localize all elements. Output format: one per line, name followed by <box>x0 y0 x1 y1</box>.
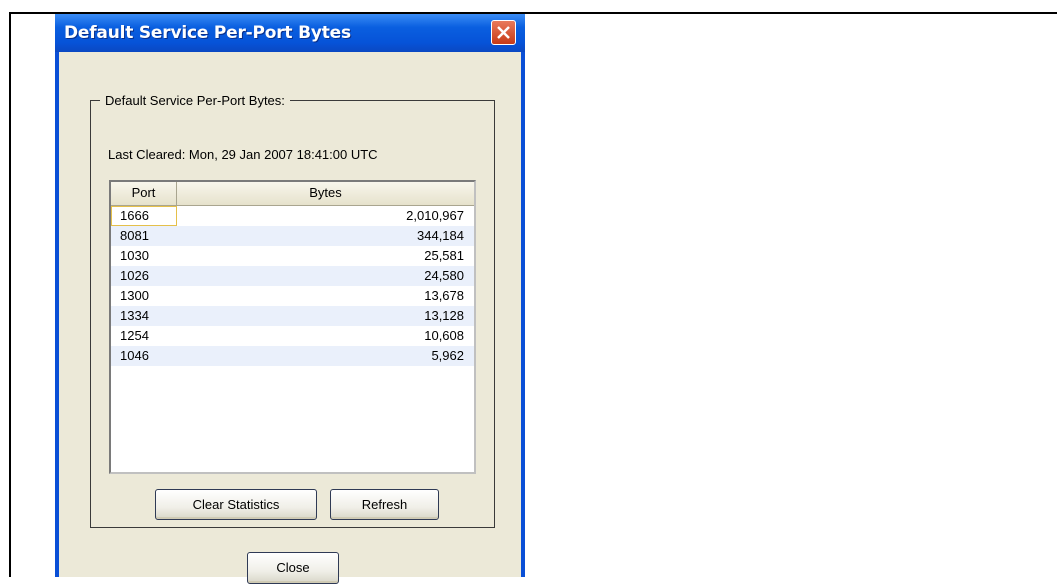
table-row[interactable]: 1030 25,581 <box>111 246 474 266</box>
stats-group: Default Service Per-Port Bytes: Last Cle… <box>90 93 495 528</box>
port-cell[interactable]: 1026 <box>111 266 177 286</box>
column-header-bytes[interactable]: Bytes <box>177 182 474 206</box>
table-row[interactable]: 1046 5,962 <box>111 346 474 366</box>
bytes-cell[interactable]: 10,608 <box>177 326 474 346</box>
group-legend: Default Service Per-Port Bytes: <box>100 93 290 108</box>
bytes-cell[interactable]: 24,580 <box>177 266 474 286</box>
title-close-button[interactable] <box>491 20 516 45</box>
table-row[interactable]: 1026 24,580 <box>111 266 474 286</box>
close-icon <box>497 26 510 39</box>
figure-frame-left <box>9 12 11 577</box>
port-cell[interactable]: 1666 <box>111 206 177 226</box>
port-cell[interactable]: 1046 <box>111 346 177 366</box>
port-cell[interactable]: 1254 <box>111 326 177 346</box>
port-cell[interactable]: 1300 <box>111 286 177 306</box>
port-cell[interactable]: 1334 <box>111 306 177 326</box>
port-cell[interactable]: 1030 <box>111 246 177 266</box>
bytes-cell[interactable]: 25,581 <box>177 246 474 266</box>
table-body: 1666 2,010,967 8081 344,184 1030 25,581 1026 24… <box>111 206 474 366</box>
refresh-button[interactable]: Refresh <box>330 489 439 520</box>
port-cell[interactable]: 8081 <box>111 226 177 246</box>
close-button[interactable]: Close <box>247 552 339 584</box>
table-header: Port Bytes <box>111 182 474 206</box>
title-bar[interactable]: Default Service Per-Port Bytes <box>55 14 525 52</box>
table-row[interactable]: 1300 13,678 <box>111 286 474 306</box>
clear-statistics-button[interactable]: Clear Statistics <box>155 489 317 520</box>
bytes-cell[interactable]: 5,962 <box>177 346 474 366</box>
bytes-cell[interactable]: 344,184 <box>177 226 474 246</box>
table-row[interactable]: 1666 2,010,967 <box>111 206 474 226</box>
window-title: Default Service Per-Port Bytes <box>64 23 351 43</box>
last-cleared-text: Last Cleared: Mon, 29 Jan 2007 18:41:00 … <box>108 147 378 162</box>
port-bytes-table[interactable]: Port Bytes 1666 2,010,967 8081 344,184 1030 2… <box>109 180 476 474</box>
column-header-port[interactable]: Port <box>111 182 177 206</box>
dialog-window: Default Service Per-Port Bytes Default S… <box>55 14 525 584</box>
bytes-cell[interactable]: 2,010,967 <box>177 206 474 226</box>
table-row[interactable]: 1254 10,608 <box>111 326 474 346</box>
bytes-cell[interactable]: 13,678 <box>177 286 474 306</box>
table-row[interactable]: 8081 344,184 <box>111 226 474 246</box>
table-row[interactable]: 1334 13,128 <box>111 306 474 326</box>
bytes-cell[interactable]: 13,128 <box>177 306 474 326</box>
